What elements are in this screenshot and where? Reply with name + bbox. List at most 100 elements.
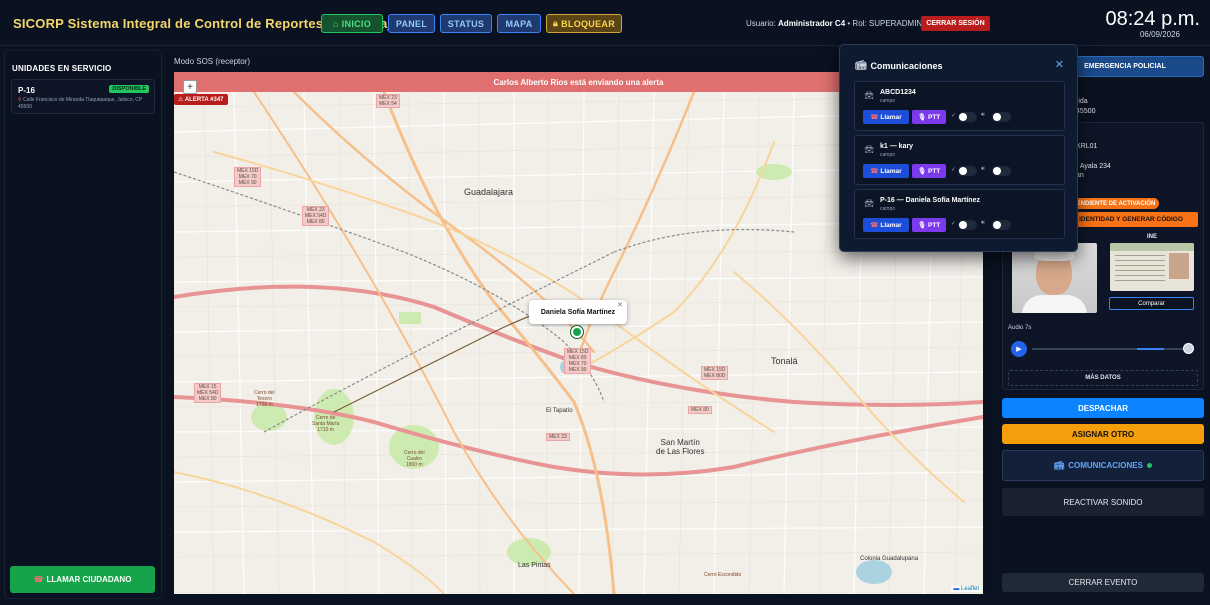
mute-toggle[interactable] (958, 220, 977, 230)
ptt-button[interactable]: 🎙︎ PTT (912, 164, 946, 178)
map-label-tonala: Tonalá (771, 356, 798, 366)
nav-inicio-label: INICIO (341, 18, 372, 29)
unit-address: ⚲ Calle Francisco de Miranda Tlaquepaque… (18, 97, 152, 111)
ptt-label: PTT (927, 167, 941, 175)
contact-item: 🚘︎ k1 — kary campo ☎ Llamar 🎙︎ PTT ✓ 🔊︎ (854, 135, 1065, 185)
volume-icon: 🔊︎ (981, 112, 985, 118)
compare-button[interactable]: Comparar (1109, 297, 1194, 310)
dispatch-button[interactable]: DESPACHAR (1002, 398, 1204, 418)
phone-icon: ☎ (870, 114, 879, 121)
pin-icon: ⚲ (18, 97, 22, 103)
mic-icon: 🎙︎ (917, 114, 926, 121)
more-data-button[interactable]: MÁS DATOS (1008, 370, 1198, 386)
call-citizen-label: LLAMAR CIUDADANO (46, 575, 132, 584)
clock-time: 08:24 p.m. (1105, 8, 1200, 30)
contact-name: k1 — kary (880, 143, 914, 150)
nav-status-button[interactable]: STATUS (440, 14, 492, 33)
popup-close-icon[interactable]: ✕ (617, 301, 623, 309)
reporter-photo[interactable] (1012, 243, 1097, 313)
map-attribution[interactable]: ▬ Leaflet (951, 586, 981, 592)
contact-role: campo (880, 206, 896, 212)
communications-popover: 📻︎ Comunicaciones ✕ 🚘︎ ABCD1234 campo ☎ L… (839, 44, 1078, 252)
communications-button[interactable]: 📻︎ COMUNICACIONES (1002, 450, 1204, 481)
call-label: Llamar (880, 167, 902, 175)
call-label: Llamar (880, 113, 902, 121)
call-button[interactable]: ☎ Llamar (863, 164, 909, 178)
route-shield: MEX 15D MEX 80D (701, 366, 729, 380)
mute-toggle[interactable] (958, 166, 977, 176)
unit-marker[interactable] (571, 326, 583, 338)
nav-mapa-button[interactable]: MAPA (497, 14, 541, 33)
car-icon: 🚘︎ (864, 145, 875, 154)
map-label-cerro-santa-maria: Cerro de Santa María 1710 m (312, 415, 340, 433)
call-label: Llamar (880, 221, 902, 229)
play-icon[interactable]: ▶ (1011, 341, 1027, 357)
audio-toggle[interactable] (992, 112, 1011, 122)
volume-icon: 🔊︎ (981, 220, 985, 226)
phone-icon: ☎ (870, 222, 879, 229)
audio-toggle[interactable] (992, 166, 1011, 176)
home-icon: ⌂ (332, 18, 339, 29)
map-label-las-pintas: Las Pintas (518, 562, 551, 569)
assign-other-button[interactable]: ASIGNAR OTRO (1002, 424, 1204, 444)
audio-progress-fill (1136, 348, 1164, 350)
contact-name: P-16 — Daniela Sofía Martínez (880, 197, 980, 204)
close-event-button[interactable]: CERRAR EVENTO (1002, 573, 1204, 592)
audio-progress-track[interactable] (1032, 348, 1187, 350)
route-shield: MEX 80 (688, 406, 712, 414)
unit-address-text: Calle Francisco de Miranda Tlaquepaque, … (18, 97, 143, 110)
check-icon: ✓ (951, 113, 957, 119)
audio-toggle[interactable] (992, 220, 1011, 230)
ptt-button[interactable]: 🎙︎ PTT (912, 110, 946, 124)
map-label-cerro-tesoro: Cerro del Tesoro 1728 m (254, 390, 275, 408)
lock-icon: 🔒︎ (553, 18, 559, 28)
mic-icon: 🎙︎ (917, 168, 926, 175)
contact-item: 🚘︎ P-16 — Daniela Sofía Martínez campo ☎… (854, 189, 1065, 239)
unit-card[interactable]: P-16 DISPONIBLE ⚲ Calle Francisco de Mir… (11, 79, 155, 114)
map-attribution-label: Leaflet (960, 586, 979, 592)
nav-inicio-button[interactable]: ⌂ INICIO (321, 14, 383, 33)
mic-icon: 🎙︎ (917, 222, 926, 229)
leaflet-flag-icon: ▬ (953, 586, 960, 592)
contact-name: ABCD1234 (880, 89, 916, 96)
check-icon: ✓ (951, 167, 957, 173)
units-panel: UNIDADES EN SERVICIO P-16 DISPONIBLE ⚲ C… (4, 50, 162, 599)
zoom-in-button[interactable]: + (183, 80, 197, 94)
car-icon: 🚘︎ (864, 199, 875, 208)
route-shield: MEX 15D MEX 80 MEX 70 MEX 90 (564, 348, 592, 374)
check-icon: ✓ (951, 221, 957, 227)
communications-popover-title: 📻︎ Comunicaciones (855, 60, 942, 71)
reactivate-sound-button[interactable]: REACTIVAR SONIDO (1002, 488, 1204, 516)
ptt-label: PTT (927, 221, 941, 229)
nav-panel-button[interactable]: PANEL (388, 14, 435, 33)
close-icon[interactable]: ✕ (1055, 58, 1064, 71)
map-label-cerro-cuatro: Cerro del Cuatro 1860 m (404, 450, 425, 468)
status-badge: DISPONIBLE (109, 85, 149, 93)
user-name: Administrador C4 (778, 19, 846, 28)
logout-button[interactable]: CERRAR SESIÓN (921, 16, 990, 31)
call-button[interactable]: ☎ Llamar (863, 218, 909, 232)
user-info: Usuario: Administrador C4 • Rol: SUPERAD… (746, 19, 922, 28)
verify-identity-button[interactable]: IDENTIDAD Y GENERAR CÓDIGO (1064, 212, 1198, 227)
lock-screen-button[interactable]: 🔒︎ BLOQUEAR (546, 14, 622, 33)
online-dot-icon (1146, 463, 1152, 468)
call-citizen-button[interactable]: ☎ LLAMAR CIUDADANO (10, 566, 155, 593)
communications-popover-title-text: Comunicaciones (870, 60, 943, 71)
user-prefix: Usuario: (746, 19, 776, 28)
radio-icon: 📻︎ (855, 60, 867, 70)
ptt-button[interactable]: 🎙︎ PTT (912, 218, 946, 232)
ptt-label: PTT (927, 113, 941, 121)
contact-item: 🚘︎ ABCD1234 campo ☎ Llamar 🎙︎ PTT ✓ 🔊︎ (854, 81, 1065, 131)
user-role: • Rol: SUPERADMIN (847, 19, 923, 28)
audio-volume-knob[interactable] (1183, 343, 1194, 354)
car-icon: 🚘︎ (864, 91, 875, 100)
units-panel-title: UNIDADES EN SERVICIO (12, 64, 112, 73)
ine-card-image[interactable] (1110, 243, 1194, 291)
call-button[interactable]: ☎ Llamar (863, 110, 909, 124)
unit-id: P-16 (18, 86, 35, 95)
app-header: SICORP Sistema Integral de Control de Re… (0, 0, 1210, 46)
audio-label: Audio 7s (1008, 325, 1032, 331)
map-label-colonia-guadalupana: Colonia Guadalupana (860, 556, 919, 562)
mute-toggle[interactable] (958, 112, 977, 122)
reporter-code: XRL01 (1076, 143, 1098, 150)
